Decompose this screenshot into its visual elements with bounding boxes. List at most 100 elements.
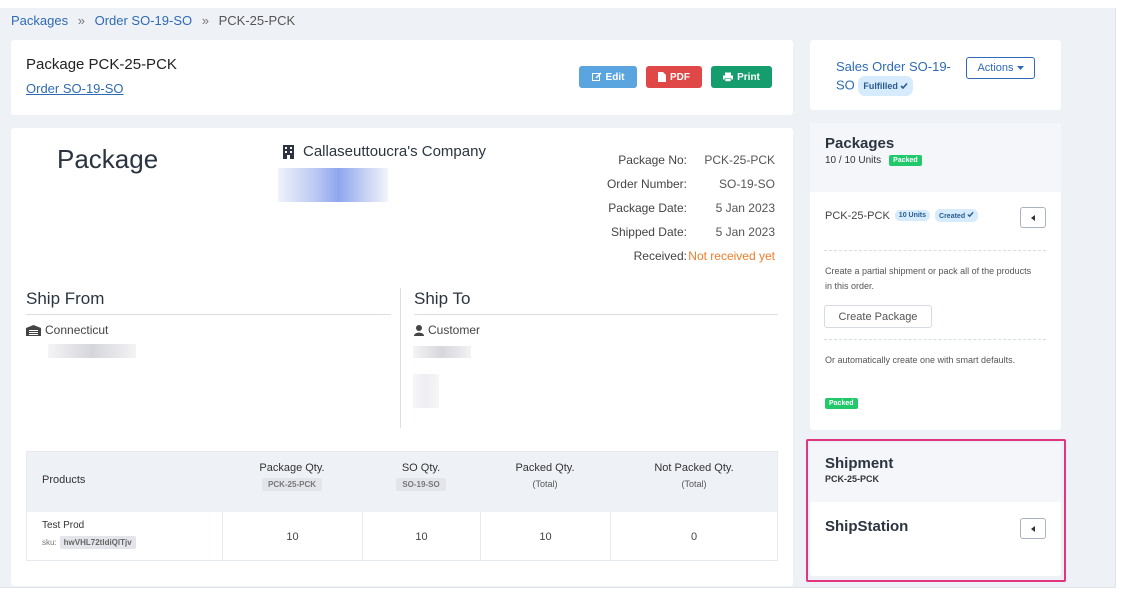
meta-value: 5 Jan 2023 <box>715 201 775 215</box>
dashed-divider <box>824 339 1046 340</box>
meta-row: Package Date: 5 Jan 2023 <box>567 196 775 220</box>
package-header-card: Package PCK-25-PCK Order SO-19-SO Edit P… <box>11 40 793 115</box>
packages-panel: Packages 10 / 10 Units Packed PCK-25-PCK… <box>810 123 1061 430</box>
breadcrumb-order[interactable]: Order SO-19-SO <box>95 13 193 28</box>
pdf-icon <box>658 72 666 82</box>
col-packed-total: (Total) <box>532 479 558 489</box>
package-status-badge: Created <box>935 209 979 222</box>
create-package-button[interactable]: Create Package <box>824 305 932 328</box>
sku-label: sku: <box>42 538 57 547</box>
meta-value: SO-19-SO <box>718 177 775 191</box>
page-title: Package PCK-25-PCK <box>26 56 177 73</box>
building-icon <box>283 144 294 159</box>
received-status: Not received yet <box>688 249 775 263</box>
meta-key: Order Number: <box>606 177 687 191</box>
package-item[interactable]: PCK-25-PCK 10 Units Created <box>825 209 979 222</box>
check-icon <box>900 82 908 90</box>
print-button-label: Print <box>737 71 760 83</box>
fulfilled-badge-label: Fulfilled <box>863 81 898 91</box>
ship-to-divider <box>414 314 778 315</box>
col-so-qty-tag: SO-19-SO <box>396 478 446 491</box>
col-not-packed-qty-label: Not Packed Qty. <box>654 462 734 474</box>
actions-dropdown[interactable]: Actions <box>966 57 1035 79</box>
edit-button[interactable]: Edit <box>579 66 637 88</box>
ship-from-location: Connecticut <box>26 323 108 337</box>
ship-to-address-redacted <box>413 346 471 358</box>
ship-from-title: Ship From <box>26 289 105 308</box>
meta-row: Package No: PCK-25-PCK <box>567 148 775 172</box>
meta-key: Received: <box>633 249 687 263</box>
print-icon <box>723 72 734 82</box>
meta-row: Shipped Date: 5 Jan 2023 <box>567 220 775 244</box>
actions-label: Actions <box>977 62 1014 74</box>
sales-order-info: Sales Order SO-19-SO Fulfilled <box>836 58 956 96</box>
package-details-card: Package Callaseuttoucra's Company Packag… <box>11 128 793 586</box>
company-address-redacted <box>278 168 388 202</box>
meta-key: Package Date: <box>608 201 687 215</box>
product-sku: sku: hwVHL72tldiQlTjv <box>42 536 136 549</box>
breadcrumb-packages[interactable]: Packages <box>11 13 68 28</box>
ship-to-address-redacted <box>413 374 439 408</box>
shipment-highlight <box>806 439 1066 582</box>
product-name: Test Prod <box>42 520 85 531</box>
ship-to-customer: Customer <box>414 323 480 337</box>
packages-units: 10 / 10 Units <box>825 155 882 166</box>
print-button[interactable]: Print <box>711 66 772 88</box>
meta-key: Shipped Date: <box>610 225 687 239</box>
products-table: Products Package Qty. PCK-25-PCK SO Qty.… <box>26 451 778 561</box>
user-icon <box>414 324 424 336</box>
packages-title: Packages <box>825 135 895 152</box>
create-package-note: Create a partial shipment or pack all of… <box>825 266 1032 291</box>
dashed-divider <box>824 250 1046 251</box>
ship-from-name: Connecticut <box>45 323 109 337</box>
cell-packed-qty: 10 <box>480 512 610 561</box>
ship-to-name: Customer <box>428 323 481 337</box>
package-meta: Package No: PCK-25-PCK Order Number: SO-19… <box>567 148 775 268</box>
col-packed-qty: Packed Qty. (Total) <box>480 462 610 489</box>
breadcrumb-current: PCK-25-PCK <box>218 13 296 28</box>
meta-row: Order Number: SO-19-SO <box>567 172 775 196</box>
packages-summary: 10 / 10 Units Packed <box>825 155 922 166</box>
caret-left-icon <box>1031 214 1035 221</box>
col-not-packed-total: (Total) <box>681 479 707 489</box>
meta-value: 5 Jan 2023 <box>715 225 775 239</box>
sales-order-card: Sales Order SO-19-SO Fulfilled Actions <box>810 40 1061 110</box>
col-packed-qty-label: Packed Qty. <box>515 462 575 474</box>
packed-badge[interactable]: Packed <box>825 398 858 409</box>
package-item-name: PCK-25-PCK <box>825 209 890 222</box>
order-link[interactable]: Order SO-19-SO <box>26 81 124 96</box>
breadcrumb: Packages » Order SO-19-SO » PCK-25-PCK <box>11 13 295 28</box>
meta-key: Package No: <box>618 153 687 167</box>
package-status-label: Created <box>939 213 966 220</box>
col-package-qty: Package Qty. PCK-25-PCK <box>222 462 362 491</box>
package-heading: Package <box>57 144 159 174</box>
company-name: Callaseuttoucra's Company <box>283 143 486 160</box>
package-item-toggle[interactable] <box>1020 207 1046 228</box>
sku-value: hwVHL72tldiQlTjv <box>59 536 136 549</box>
cell-not-packed-qty: 0 <box>610 512 777 561</box>
breadcrumb-separator: » <box>201 13 209 28</box>
col-not-packed-qty: Not Packed Qty. (Total) <box>610 462 778 489</box>
col-package-qty-label: Package Qty. <box>259 462 325 474</box>
cell-so-qty: 10 <box>362 512 480 561</box>
col-package-qty-tag: PCK-25-PCK <box>261 478 322 491</box>
smart-defaults-note: Or automatically create one with smart d… <box>825 355 1016 365</box>
company-name-text: Callaseuttoucra's Company <box>303 143 486 160</box>
warehouse-icon <box>26 324 41 336</box>
meta-row: Received: Not received yet <box>567 244 775 268</box>
ship-divider <box>400 288 401 428</box>
col-products: Products <box>42 474 86 486</box>
ship-from-address-redacted <box>48 344 136 358</box>
cell-package-qty: 10 <box>222 512 362 561</box>
col-so-qty-label: SO Qty. <box>401 462 441 474</box>
packed-badge: Packed <box>889 155 922 166</box>
package-units-badge: 10 Units <box>894 210 931 221</box>
pdf-button[interactable]: PDF <box>646 66 702 88</box>
pdf-button-label: PDF <box>670 71 690 83</box>
col-so-qty: SO Qty. SO-19-SO <box>362 462 480 491</box>
fulfilled-badge: Fulfilled <box>858 76 913 96</box>
ship-to-title: Ship To <box>414 289 471 308</box>
meta-value: PCK-25-PCK <box>704 153 775 167</box>
edit-icon <box>591 72 602 81</box>
ship-from-divider <box>26 314 391 315</box>
